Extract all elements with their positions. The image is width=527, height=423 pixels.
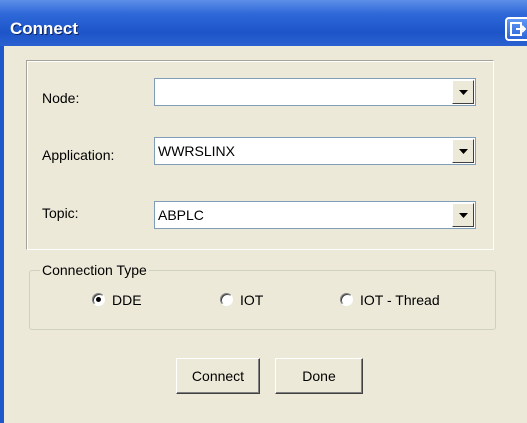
node-combobox[interactable]	[154, 78, 476, 106]
title-bar-button[interactable]	[505, 17, 527, 41]
topic-value: ABPLC	[158, 207, 204, 223]
node-dropdown-button[interactable]	[452, 80, 474, 104]
chevron-down-icon	[459, 90, 468, 95]
node-label: Node:	[42, 90, 80, 106]
chevron-down-icon	[459, 149, 468, 154]
application-value: WWRSLINX	[158, 143, 235, 159]
application-label: Application:	[42, 147, 115, 163]
application-combobox[interactable]: WWRSLINX	[154, 137, 476, 165]
title-bar[interactable]: Connect	[0, 0, 527, 46]
topic-dropdown-button[interactable]	[452, 203, 474, 227]
exit-icon	[510, 22, 526, 36]
radio-dde-label: DDE	[112, 292, 142, 308]
connect-dialog: Connect Node: Application: WWRSLINX Topi…	[0, 0, 527, 423]
radio-selected-dot	[96, 297, 101, 302]
done-button[interactable]: Done	[275, 358, 363, 394]
connection-type-legend: Connection Type	[40, 262, 149, 278]
connect-button[interactable]: Connect	[176, 358, 260, 394]
topic-label: Topic:	[42, 205, 79, 221]
topic-combobox[interactable]: ABPLC	[154, 201, 476, 229]
radio-button-icon[interactable]	[92, 293, 105, 306]
chevron-down-icon	[459, 213, 468, 218]
application-dropdown-button[interactable]	[452, 139, 474, 163]
radio-iot-label: IOT	[240, 292, 264, 308]
radio-button-icon[interactable]	[340, 293, 353, 306]
radio-button-icon[interactable]	[220, 293, 233, 306]
radio-iot-thread-label: IOT - Thread	[360, 292, 440, 308]
window-title: Connect	[10, 19, 78, 38]
